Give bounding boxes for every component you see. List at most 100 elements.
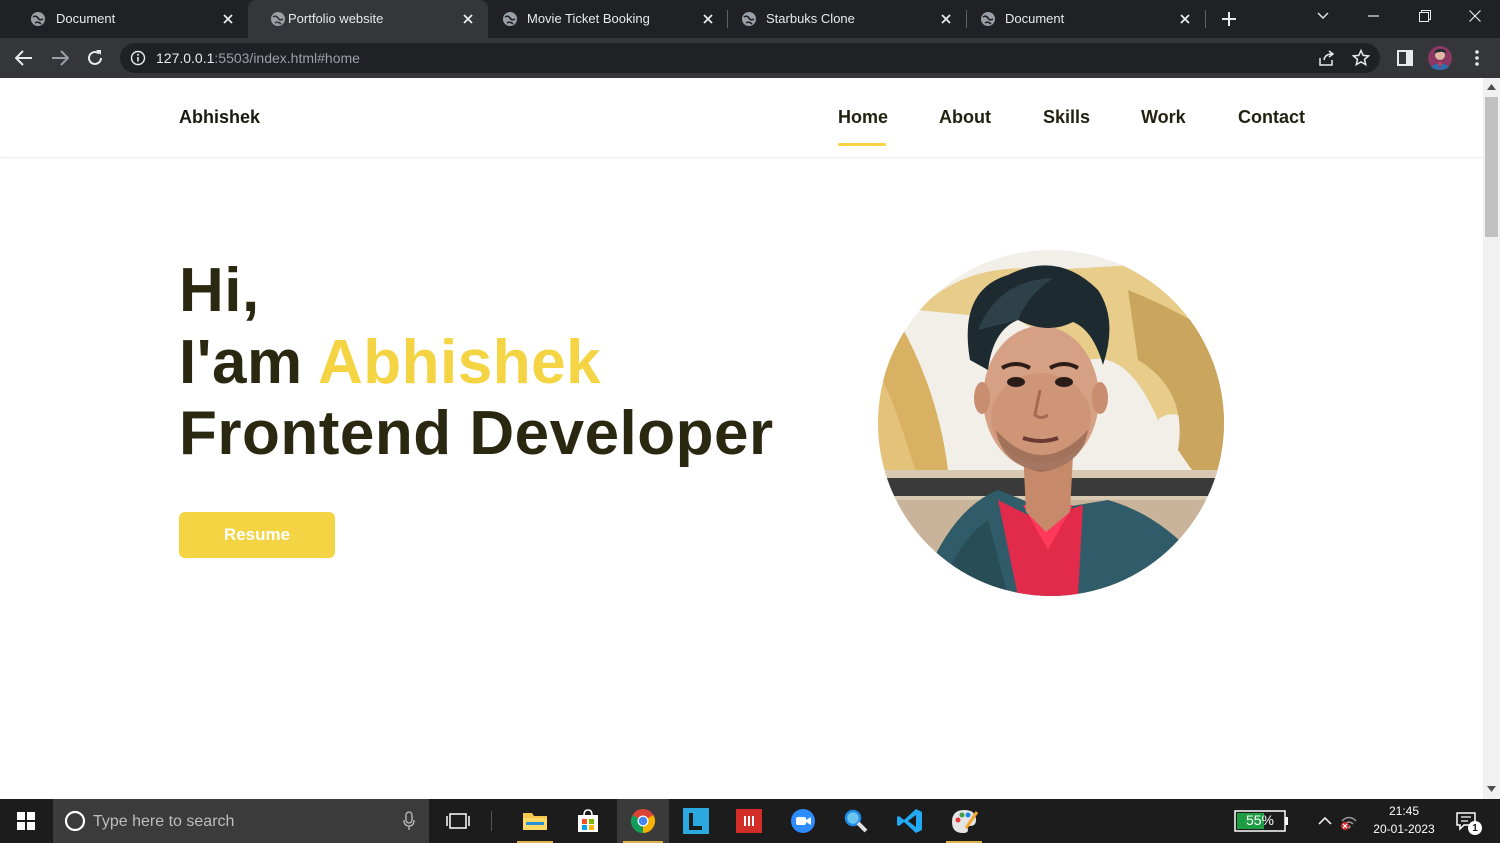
page-viewport: Abhishek Home About Skills Work Contact … (0, 78, 1483, 799)
bars-app-icon (736, 809, 762, 833)
l-app[interactable] (672, 799, 720, 843)
globe-icon (981, 12, 995, 26)
close-window-button[interactable] (1452, 0, 1498, 32)
notification-center-button[interactable]: 1 (1446, 799, 1486, 843)
url-path: :5503/index.html#home (214, 50, 360, 66)
site-logo[interactable]: Abhishek (179, 107, 260, 128)
magnifier-icon (844, 809, 868, 833)
scrollbar-thumb[interactable] (1485, 97, 1498, 237)
arrow-right-icon (52, 50, 69, 66)
red-app[interactable] (725, 799, 773, 843)
chrome-app[interactable] (617, 799, 669, 843)
palette-icon (952, 810, 978, 833)
close-icon (1469, 10, 1481, 22)
chevron-up-icon (1318, 817, 1332, 825)
windows-logo-icon (17, 812, 35, 830)
back-button[interactable] (10, 44, 38, 72)
close-icon[interactable] (698, 9, 718, 29)
scroll-down-arrow-icon[interactable] (1486, 784, 1497, 794)
zoom-camera-icon (791, 809, 815, 833)
close-icon[interactable] (1175, 9, 1195, 29)
globe-icon (271, 12, 285, 26)
profile-photo (878, 250, 1224, 596)
hero-intro: I'am Abhishek (179, 327, 601, 398)
nav-link-about[interactable]: About (939, 107, 991, 128)
site-header: Abhishek Home About Skills Work Contact (0, 78, 1483, 158)
star-icon[interactable] (1352, 49, 1370, 67)
cortana-icon (64, 810, 86, 832)
side-panel-button[interactable] (1391, 44, 1419, 72)
profile-photo-image (878, 250, 1224, 596)
new-tab-button[interactable] (1216, 7, 1242, 31)
nav-link-skills[interactable]: Skills (1043, 107, 1090, 128)
tab-portfolio-website[interactable]: Portfolio website (248, 0, 488, 38)
network-status[interactable] (1334, 799, 1364, 843)
taskbar-search[interactable]: Type here to search (53, 799, 429, 843)
minimize-icon (1367, 15, 1379, 17)
tab-label: Portfolio website (288, 11, 384, 26)
vscode-app[interactable] (886, 799, 934, 843)
windows-taskbar: Type here to search 55% 21:45 20-01-2023… (0, 799, 1500, 843)
address-bar[interactable]: 127.0.0.1:5503/index.html#home (120, 43, 1380, 73)
url-host: 127.0.0.1 (156, 50, 215, 66)
resume-button[interactable]: Resume (179, 512, 335, 558)
start-button[interactable] (0, 799, 52, 843)
tab-label: Movie Ticket Booking (527, 11, 650, 26)
tab-starbuks-clone[interactable]: Starbuks Clone (728, 0, 966, 38)
tab-label: Starbuks Clone (766, 11, 855, 26)
hero-role: Frontend Developer (179, 399, 774, 468)
globe-icon (503, 12, 517, 26)
share-icon[interactable] (1318, 49, 1336, 67)
scroll-up-arrow-icon[interactable] (1486, 82, 1497, 92)
file-explorer-app[interactable] (511, 799, 559, 843)
l-letter-icon (683, 808, 709, 834)
zoom-app[interactable] (779, 799, 827, 843)
task-view-button[interactable] (434, 799, 482, 843)
microsoft-store-app[interactable] (564, 799, 612, 843)
close-icon[interactable] (218, 9, 238, 29)
paint-app[interactable] (940, 799, 988, 843)
clock-time[interactable]: 21:45 (1370, 804, 1438, 818)
url-text[interactable]: 127.0.0.1:5503/index.html#home (156, 50, 360, 66)
hero-name: Abhishek (318, 328, 602, 397)
restore-icon (1419, 10, 1431, 22)
notification-count-badge: 1 (1468, 821, 1482, 835)
globe-icon (31, 12, 45, 26)
more-vert-icon (1475, 50, 1479, 66)
folder-icon (523, 813, 547, 830)
tab-document-1[interactable]: Document (8, 0, 248, 38)
restore-button[interactable] (1402, 0, 1448, 32)
tab-document-2[interactable]: Document (967, 0, 1205, 38)
tab-strip: Document Portfolio website Movie Ticket … (0, 0, 1500, 38)
task-view-icon (446, 813, 470, 829)
info-icon[interactable] (130, 50, 146, 66)
reload-button[interactable] (81, 44, 109, 72)
battery-percent: 55% (1245, 812, 1275, 828)
tab-label: Document (56, 11, 116, 26)
nav-active-indicator (838, 143, 886, 146)
profile-button[interactable] (1426, 44, 1454, 72)
nav-link-home[interactable]: Home (838, 107, 888, 128)
chrome-menu-button[interactable] (1463, 44, 1491, 72)
vscode-icon (897, 809, 922, 833)
browser-toolbar: 127.0.0.1:5503/index.html#home (0, 38, 1500, 78)
minimize-button[interactable] (1350, 0, 1396, 32)
avatar (1428, 46, 1452, 70)
search-app[interactable] (832, 799, 880, 843)
side-panel-icon (1397, 50, 1413, 66)
microphone-icon[interactable] (403, 811, 415, 831)
chrome-icon (630, 809, 656, 833)
forward-button[interactable] (46, 44, 74, 72)
nav-link-work[interactable]: Work (1141, 107, 1186, 128)
tab-movie-ticket-booking[interactable]: Movie Ticket Booking (488, 0, 728, 38)
nav-link-contact[interactable]: Contact (1238, 107, 1305, 128)
clock-date[interactable]: 20-01-2023 (1370, 822, 1438, 836)
search-placeholder: Type here to search (93, 813, 235, 830)
hero-intro-text: I'am (179, 328, 319, 397)
taskbar-separator (491, 811, 492, 831)
close-icon[interactable] (936, 9, 956, 29)
close-icon[interactable] (458, 9, 478, 29)
tab-label: Document (1005, 11, 1065, 26)
reload-icon (88, 50, 102, 65)
tab-search-button[interactable] (1300, 0, 1346, 32)
